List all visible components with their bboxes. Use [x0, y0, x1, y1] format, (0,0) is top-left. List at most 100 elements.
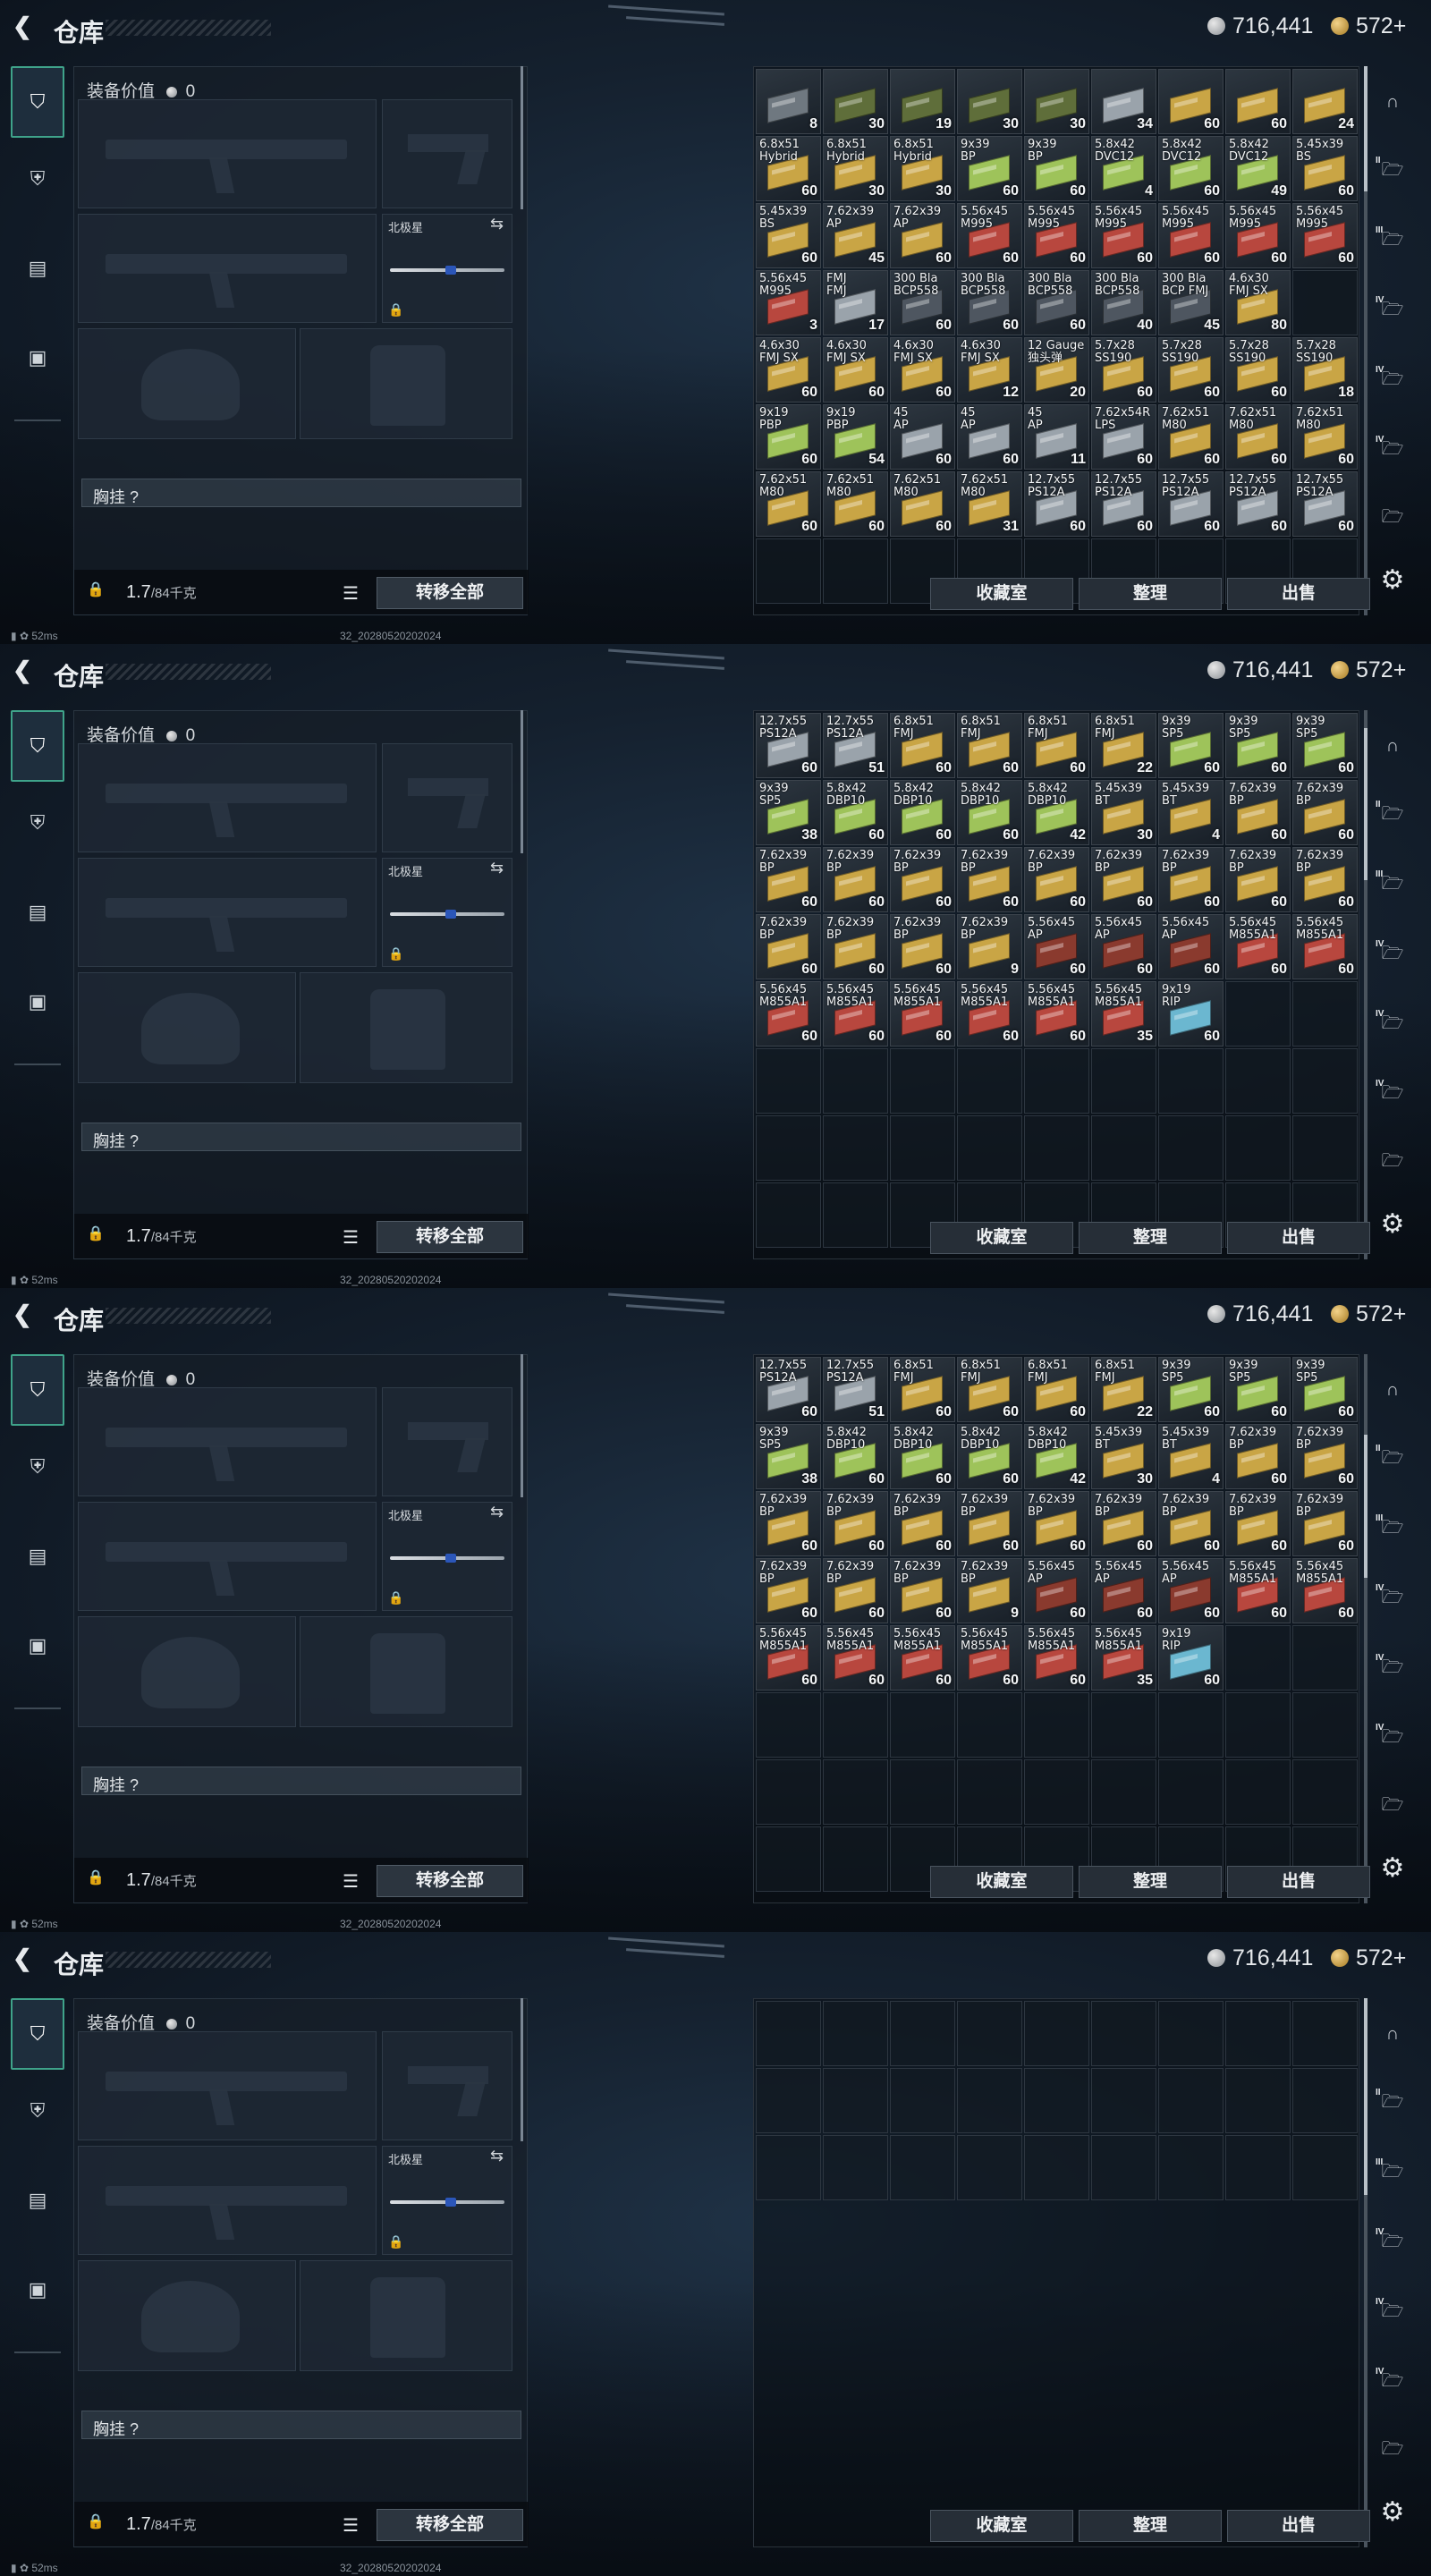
- ammo-item[interactable]: 9x39 BP 60: [1024, 136, 1089, 201]
- ammo-item[interactable]: 12.7x55 PS12A 60: [756, 713, 821, 778]
- ammo-item[interactable]: 6.8x51 Hybrid 30: [823, 136, 888, 201]
- ammo-item[interactable]: 5.8x42 DBP10 60: [957, 1424, 1022, 1489]
- stash-tab-v[interactable]: IV 🗁: [1374, 363, 1411, 399]
- gold-currency[interactable]: 572+: [1331, 1945, 1406, 1971]
- silver-currency[interactable]: 716,441: [1207, 1945, 1313, 1971]
- armor-slot[interactable]: [300, 328, 512, 439]
- ammo-item[interactable]: 5.56x45 M855A1 60: [823, 981, 888, 1046]
- ammo-item[interactable]: 300 Bla BCP558 60: [890, 270, 955, 335]
- ammo-item[interactable]: 12.7x55 PS12A 60: [1292, 471, 1358, 537]
- transfer-all-button[interactable]: 转移全部: [377, 1221, 523, 1253]
- loadout-scrollbar[interactable]: [521, 710, 523, 853]
- ammo-item[interactable]: 5.56x45 M855A1 60: [1225, 914, 1291, 979]
- ammo-item[interactable]: 6.8x51 FMJ 22: [1091, 713, 1156, 778]
- back-arrow-icon[interactable]: ❮: [13, 657, 38, 682]
- stash-cell[interactable]: [1091, 2001, 1156, 2066]
- ammo-item[interactable]: 7.62x39 BP 60: [823, 847, 888, 912]
- tab-backpack[interactable]: ▣: [11, 322, 64, 394]
- stash-cell[interactable]: [890, 1759, 955, 1825]
- ammo-item[interactable]: 7.62x39 BP 60: [957, 847, 1022, 912]
- stash-cell[interactable]: [756, 1759, 821, 1825]
- ammo-item[interactable]: 9x39 SP5 60: [1158, 713, 1224, 778]
- stash-cell[interactable]: [1158, 2001, 1224, 2066]
- stash-cell[interactable]: [1158, 2135, 1224, 2200]
- ammo-item[interactable]: 7.62x39 BP 60: [823, 914, 888, 979]
- helmet-slot[interactable]: [78, 2260, 296, 2371]
- ammo-item[interactable]: 60: [1158, 69, 1224, 134]
- ammo-item[interactable]: 34: [1091, 69, 1156, 134]
- silver-currency[interactable]: 716,441: [1207, 1301, 1313, 1327]
- stash-tab-iv[interactable]: IV 🗁: [1374, 293, 1411, 329]
- stash-cell[interactable]: [1292, 2068, 1358, 2133]
- melee-slot[interactable]: 北极星 ⇆ 🔒: [382, 2146, 512, 2255]
- ammo-item[interactable]: FMJ FMJ 17: [823, 270, 888, 335]
- stash-cell[interactable]: [1024, 2068, 1089, 2133]
- stash-cell[interactable]: [756, 1826, 821, 1892]
- tab-armor[interactable]: ⛨: [11, 1431, 64, 1503]
- stash-cell[interactable]: [957, 1115, 1022, 1181]
- ammo-item[interactable]: 5.8x42 DBP10 42: [1024, 1424, 1089, 1489]
- ammo-item[interactable]: 4.6x30 FMJ SX 60: [823, 337, 888, 402]
- stash-cell[interactable]: [957, 1692, 1022, 1758]
- gear-icon[interactable]: ⚙: [1377, 2497, 1408, 2528]
- helmet-slot[interactable]: [78, 328, 296, 439]
- loadout-scrollbar[interactable]: [521, 1998, 523, 2141]
- ammo-item[interactable]: 45 AP 11: [1024, 404, 1089, 470]
- list-icon[interactable]: ☰: [343, 2514, 359, 2537]
- ammo-item[interactable]: 7.62x39 BP 60: [1292, 1424, 1358, 1489]
- loadout-scrollbar[interactable]: [521, 66, 523, 209]
- stash-cell[interactable]: [1024, 2135, 1089, 2200]
- ammo-item[interactable]: 5.56x45 M855A1 35: [1091, 1625, 1156, 1690]
- stash-cell[interactable]: [1225, 1048, 1291, 1114]
- stash-cell[interactable]: [957, 1759, 1022, 1825]
- stash-cell[interactable]: [1158, 1759, 1224, 1825]
- stash-tab-vii[interactable]: 🗁: [1374, 2433, 1411, 2469]
- stash-cell[interactable]: [1225, 2068, 1291, 2133]
- secondary-weapon-slot[interactable]: [78, 1502, 377, 1611]
- melee-slot[interactable]: 北极星 ⇆ 🔒: [382, 214, 512, 323]
- stash-cell[interactable]: [1225, 2135, 1291, 2200]
- stash-tab-iii[interactable]: III 🗁: [1374, 2156, 1411, 2191]
- stash-cell[interactable]: [823, 2135, 888, 2200]
- ammo-item[interactable]: 5.56x45 M995 60: [1292, 203, 1358, 268]
- ammo-item[interactable]: 6.8x51 FMJ 60: [890, 1357, 955, 1422]
- ammo-item[interactable]: 5.56x45 M995 60: [1024, 203, 1089, 268]
- ammo-item[interactable]: 6.8x51 Hybrid 30: [890, 136, 955, 201]
- armor-slot[interactable]: [300, 2260, 512, 2371]
- back-arrow-icon[interactable]: ❮: [13, 13, 38, 38]
- stash-tab-ii[interactable]: II 🗁: [1374, 2086, 1411, 2122]
- stash-cell[interactable]: [1292, 1759, 1358, 1825]
- tab-backpack[interactable]: ▣: [11, 2254, 64, 2326]
- tab-medical[interactable]: ▤: [11, 233, 64, 304]
- stash-scrollbar[interactable]: [1364, 1998, 1367, 2547]
- stash-cell[interactable]: [1292, 270, 1358, 335]
- ammo-item[interactable]: 12.7x55 PS12A 60: [1158, 471, 1224, 537]
- ammo-item[interactable]: 7.62x51 M80 31: [957, 471, 1022, 537]
- stash-cell[interactable]: [823, 1826, 888, 1892]
- transfer-all-button[interactable]: 转移全部: [377, 2509, 523, 2541]
- stash-cell[interactable]: [1158, 1115, 1224, 1181]
- stash-cell[interactable]: [1158, 2068, 1224, 2133]
- pistol-slot[interactable]: [382, 99, 512, 208]
- gold-currency[interactable]: 572+: [1331, 1301, 1406, 1327]
- pistol-slot[interactable]: [382, 2031, 512, 2140]
- ammo-item[interactable]: 9x19 RIP 60: [1158, 981, 1224, 1046]
- melee-slot[interactable]: 北极星 ⇆ 🔒: [382, 1502, 512, 1611]
- sell-button[interactable]: 出售: [1227, 1866, 1370, 1898]
- gold-currency[interactable]: 572+: [1331, 657, 1406, 683]
- stash-tab-vi[interactable]: IV 🗁: [1374, 1077, 1411, 1113]
- ammo-item[interactable]: 5.8x42 DBP10 60: [823, 1424, 888, 1489]
- ammo-item[interactable]: 7.62x39 BP 60: [823, 1491, 888, 1556]
- ammo-item[interactable]: 5.56x45 M855A1 60: [1292, 914, 1358, 979]
- stash-cell[interactable]: [1225, 2001, 1291, 2066]
- ammo-item[interactable]: 7.62x51 M80 60: [890, 471, 955, 537]
- ammo-item[interactable]: 6.8x51 Hybrid 60: [756, 136, 821, 201]
- tab-backpack[interactable]: ▣: [11, 966, 64, 1038]
- ammo-item[interactable]: 5.45x39 BS 60: [756, 203, 821, 268]
- ammo-item[interactable]: 4.6x30 FMJ SX 12: [957, 337, 1022, 402]
- tab-weapons[interactable]: ⛉: [11, 1354, 64, 1426]
- stash-cell[interactable]: [756, 1115, 821, 1181]
- ammo-item[interactable]: 5.56x45 M855A1 60: [1225, 1558, 1291, 1623]
- ammo-item[interactable]: 9x39 SP5 60: [1225, 713, 1291, 778]
- ammo-item[interactable]: 7.62x39 BP 60: [1292, 1491, 1358, 1556]
